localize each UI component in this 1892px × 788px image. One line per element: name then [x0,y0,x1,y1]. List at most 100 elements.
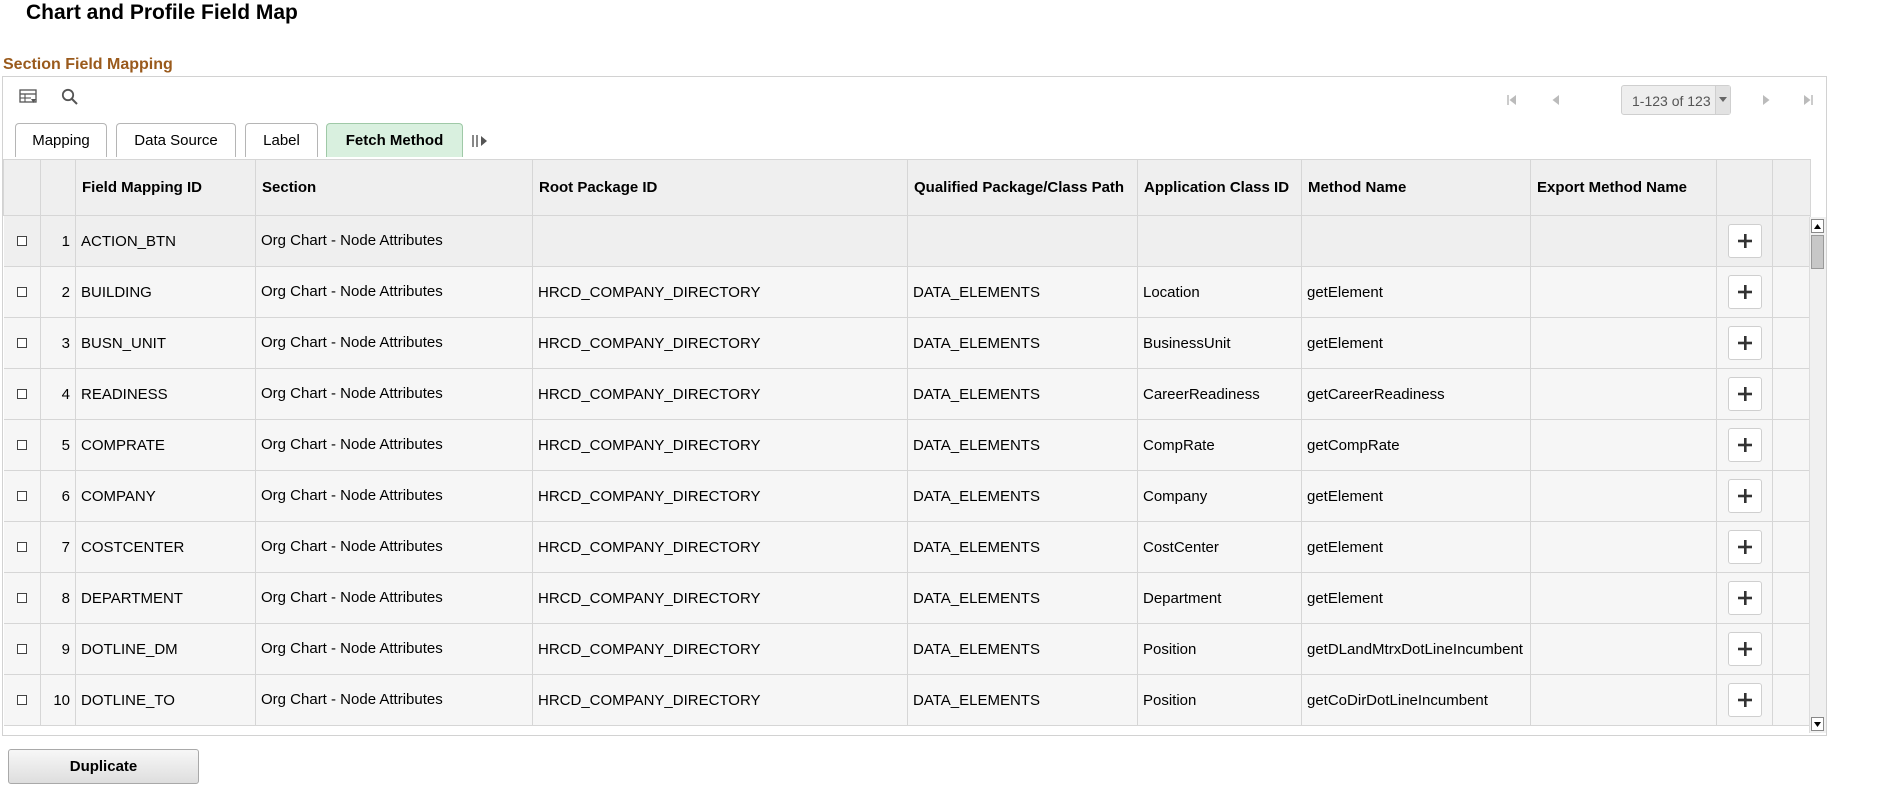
application-class-id: CompRate [1137,419,1302,471]
personalize-grid-icon[interactable] [17,87,39,107]
row-checkbox[interactable] [16,235,27,246]
row-checkbox[interactable] [16,286,27,297]
add-row-button[interactable] [1727,428,1762,462]
export-method-name [1530,419,1717,471]
column-header[interactable]: Method Name [1301,159,1531,216]
method-name: getDLandMtrxDotLineIncumbent [1301,623,1531,675]
table-row: 8 DEPARTMENT Org Chart - Node Attributes… [3,572,1811,624]
column-header[interactable]: Application Class ID [1137,159,1302,216]
export-method-name [1530,368,1717,420]
duplicate-button[interactable]: Duplicate [8,749,199,784]
first-page-icon[interactable] [1501,89,1523,111]
table-row: 2 BUILDING Org Chart - Node Attributes H… [3,266,1811,318]
export-method-name [1530,521,1717,573]
row-checkbox[interactable] [16,643,27,654]
find-icon[interactable] [59,87,81,107]
class-path: DATA_ELEMENTS [907,521,1138,573]
page-range-label: 1-123 of 123 [1632,93,1711,109]
add-column-header [1716,159,1773,216]
tab-mapping[interactable]: Mapping [15,123,107,157]
root-package-id: HRCD_COMPANY_DIRECTORY [532,317,908,369]
next-page-icon[interactable] [1755,89,1777,111]
class-path: DATA_ELEMENTS [907,470,1138,522]
section-value: Org Chart - Node Attributes [255,317,533,369]
vertical-scrollbar[interactable] [1809,217,1826,733]
row-checkbox[interactable] [16,439,27,450]
row-number: 7 [40,521,76,573]
row-checkbox[interactable] [16,694,27,705]
field-mapping-id: DOTLINE_DM [75,623,256,675]
row-checkbox[interactable] [16,592,27,603]
pagination: 1-123 of 123 [1001,85,1826,117]
tab-data-source[interactable]: Data Source [116,123,236,157]
application-class-id [1137,215,1302,267]
column-header[interactable]: Field Mapping ID [75,159,256,216]
plus-icon [1737,540,1752,554]
table-row: 6 COMPANY Org Chart - Node Attributes HR… [3,470,1811,522]
page-title: Chart and Profile Field Map [26,1,298,24]
tab-fetch-method[interactable]: Fetch Method [326,123,463,157]
add-row-button[interactable] [1727,530,1762,564]
section-value: Org Chart - Node Attributes [255,419,533,471]
add-row-button[interactable] [1727,275,1762,309]
plus-icon [1737,489,1752,503]
column-header[interactable]: Root Package ID [532,159,908,216]
add-row-button[interactable] [1727,224,1762,258]
class-path [907,215,1138,267]
table-row: 3 BUSN_UNIT Org Chart - Node Attributes … [3,317,1811,369]
row-number: 3 [40,317,76,369]
root-package-id: HRCD_COMPANY_DIRECTORY [532,674,908,726]
application-class-id: Position [1137,623,1302,675]
column-header[interactable]: Qualified Package/Class Path [907,159,1138,216]
table-header-row: Field Mapping ID Section Root Package ID… [3,159,1811,216]
row-number: 1 [40,215,76,267]
root-package-id: HRCD_COMPANY_DIRECTORY [532,419,908,471]
select-column-header [3,159,41,216]
export-method-name [1530,266,1717,318]
add-row-button[interactable] [1727,479,1762,513]
class-path: DATA_ELEMENTS [907,368,1138,420]
section-value: Org Chart - Node Attributes [255,521,533,573]
export-method-name [1530,674,1717,726]
plus-icon [1737,387,1752,401]
column-header[interactable]: Section [255,159,533,216]
method-name: getElement [1301,521,1531,573]
scroll-up-icon[interactable] [1811,219,1824,233]
tab-label: Fetch Method [345,132,444,149]
tab-label[interactable]: Label [245,123,318,157]
method-name: getElement [1301,266,1531,318]
chevron-down-icon[interactable] [1715,86,1730,114]
page-range-select[interactable]: 1-123 of 123 [1621,85,1731,115]
grid-toolbar: 1-123 of 123 [3,77,1826,115]
class-path: DATA_ELEMENTS [907,623,1138,675]
plus-icon [1737,285,1752,299]
previous-page-icon[interactable] [1545,89,1567,111]
root-package-id: HRCD_COMPANY_DIRECTORY [532,470,908,522]
tab-label-text: Label [263,132,300,149]
row-checkbox[interactable] [16,490,27,501]
table-row: 1 ACTION_BTN Org Chart - Node Attributes [3,215,1811,267]
field-mapping-id: COMPANY [75,470,256,522]
row-checkbox[interactable] [16,337,27,348]
class-path: DATA_ELEMENTS [907,266,1138,318]
row-number: 5 [40,419,76,471]
show-all-columns-icon[interactable] [471,133,489,149]
add-row-button[interactable] [1727,581,1762,615]
last-page-icon[interactable] [1797,89,1819,111]
row-checkbox[interactable] [16,388,27,399]
row-checkbox[interactable] [16,541,27,552]
add-row-button[interactable] [1727,632,1762,666]
section-value: Org Chart - Node Attributes [255,572,533,624]
field-mapping-table: Field Mapping ID Section Root Package ID… [3,159,1811,726]
add-row-button[interactable] [1727,377,1762,411]
plus-icon [1737,336,1752,350]
scroll-down-icon[interactable] [1811,717,1824,731]
scrollbar-thumb[interactable] [1811,235,1824,269]
column-header[interactable]: Export Method Name [1530,159,1717,216]
application-class-id: Company [1137,470,1302,522]
add-row-button[interactable] [1727,683,1762,717]
plus-icon [1737,591,1752,605]
add-row-button[interactable] [1727,326,1762,360]
row-number: 4 [40,368,76,420]
root-package-id: HRCD_COMPANY_DIRECTORY [532,368,908,420]
